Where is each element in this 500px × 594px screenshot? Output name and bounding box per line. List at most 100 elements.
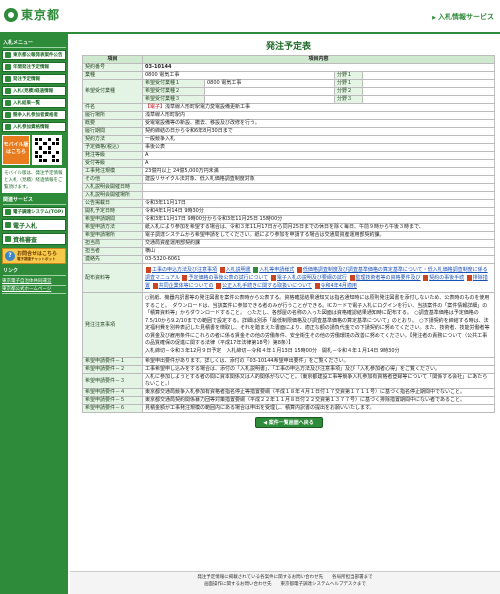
faq-sub: 電子調達チャットボット (17, 257, 56, 261)
footer-line-2: 画面操作に関するお問い合わせ先 東京都電子調達システムヘルプデスクまで (204, 582, 366, 587)
doc-link[interactable]: 共同企業体等についての (159, 283, 214, 289)
pdf-icon (349, 274, 355, 281)
doc-link[interactable]: 監理技術者等の資格要件及び (356, 275, 421, 281)
table-row: 担当者 横山 (82, 247, 495, 256)
sidebar-item-label: 入札参加資格情報 (13, 125, 49, 130)
row-label: 希望申請要件－５ (82, 396, 143, 405)
subject-text: 浅草線人形町駅電力変電設備更新工事 (165, 104, 251, 110)
table-row: 契約番号 03-10144 (82, 63, 495, 72)
row-value (142, 191, 495, 200)
service-name: 入札情報サービス (432, 12, 494, 22)
table-row: 担当局 交通局資産運用部契約課 (82, 239, 495, 248)
row-label: 希望申請要件－１ (82, 357, 143, 366)
sub-label: 希望受付業種２ (142, 87, 205, 96)
notice-dates: 入札締切－令和３年12月９日予定 入札締切－令和４年１月13日 15時00分 開… (145, 347, 400, 354)
question-icon: ? (5, 251, 15, 261)
field-value (362, 95, 495, 104)
sidebar-item-bid-results[interactable]: 入札結果一覧 (2, 98, 66, 108)
doc-link[interactable]: 公正入札手続きに関する取扱いについて (222, 283, 312, 289)
sidebar-item-qualification-info[interactable]: 入札参加資格情報 (2, 122, 66, 132)
sidebar-item-public-notice[interactable]: 東京都公報発表案件公告 (2, 50, 66, 60)
table-header-row: 項目 項目内容 (82, 55, 495, 64)
sidebar-item-label: 資格審査 (13, 236, 38, 244)
row-value: 東京都交通局契約関係暴力団等対策措置要綱（平成２２年１１月８日付２２交資第１３７… (142, 396, 495, 405)
row-value: 0800 電気工事 (142, 71, 335, 80)
arrow-icon (5, 222, 11, 228)
arrow-icon (5, 124, 11, 130)
pdf-icon (219, 266, 225, 273)
sidebar-item-e-procurement[interactable]: 電子調達システム(TOP) (2, 207, 66, 217)
sidebar-item-bid-progress[interactable]: 入札(見積)経過情報 (2, 86, 66, 96)
field-value (362, 71, 495, 80)
table-row: 公告掲載日 令和3年11月17日 (82, 199, 495, 208)
table-row: 業種 0800 電気工事 分野１ (82, 71, 495, 80)
table-row: 履行場所 浅草線人形町駅内 (82, 111, 495, 120)
pdf-icon (296, 266, 302, 273)
row-label: 入札説明会開催日時 (82, 183, 143, 192)
arrow-icon (5, 209, 11, 215)
row-label: 入札説明会開催場所 (82, 191, 143, 200)
table-row: 入札説明会開催日時 (82, 183, 495, 192)
electronic-tag: 【電子】 (145, 104, 166, 110)
row-value (142, 183, 495, 192)
doc-link[interactable]: 電子入札の説明及び要綱の試行 (277, 275, 347, 281)
doc-link[interactable]: 令和4年4月適用 (321, 283, 357, 289)
table-row: 履行期間 契約締結の日から令和6年8月30日まで (82, 127, 495, 136)
sidebar-item-annual-plan[interactable]: 年間発注予定情報 (2, 62, 66, 72)
row-value: 事後公表 (142, 143, 495, 152)
row-value: 東京都交通局競争入札参加有資格者指名停止等措置要綱（平成１８年４月１日付１７交資… (142, 388, 495, 397)
sub-label: 希望受付業種１ (142, 79, 205, 88)
doc-link[interactable]: 入札説明書 (226, 267, 251, 273)
pdf-icon (314, 282, 320, 289)
sidebar-item-order-plan[interactable]: 発注予定情報 (2, 74, 66, 84)
row-value: 03-5320-6061 (142, 255, 495, 264)
site-name: 東京都 (21, 8, 61, 22)
mobile-link[interactable]: モバイル版はこちら (2, 135, 30, 165)
detail-table: 項目 項目内容 契約番号 03-10144 業種 0800 電気工事 分野１ 希望受付… (82, 55, 495, 413)
row-label: 公告掲載日 (82, 199, 143, 208)
field-label: 分野２ (334, 87, 363, 96)
faq-button[interactable]: ? お問合せはこちら 電子調達チャットボット (2, 248, 66, 264)
arrow-icon (5, 52, 11, 58)
sub-value: 0800 電気工事 (204, 79, 335, 88)
tokyo-logo[interactable]: 東京都 (4, 6, 60, 23)
row-label: 予定価格(税込) (82, 143, 143, 152)
sidebar-item-e-bidding[interactable]: 電子入札 (2, 219, 66, 231)
row-value: 令和3年11月17日 (142, 199, 495, 208)
pdf-icon (152, 282, 158, 289)
row-value: 横山 (142, 247, 495, 256)
excel-icon (253, 266, 259, 273)
doc-link[interactable]: 契約の事後手続 (429, 275, 464, 281)
row-value: A (142, 151, 495, 160)
row-label: 工事発注規模 (82, 167, 143, 176)
notice-text: ○別紙、機器内訳書等の発注図書を案件公表時から公表する。資格確認結果通知又は指名… (145, 295, 490, 346)
row-label: 希望申請場所 (82, 231, 143, 240)
sidebar-item-label: 年間発注予定情報 (13, 65, 49, 70)
back-to-list-button[interactable]: 案件一覧画面へ戻る (254, 417, 323, 428)
sidebar-item-qualification-review[interactable]: 資格審査 (2, 233, 66, 245)
row-label: 配布資料等 (82, 263, 143, 293)
footer: 発注予定情報に掲載されている各案件に関するお問い合わせ先 各局所担当部署まで 画… (70, 571, 500, 594)
row-label: その他 (82, 175, 143, 184)
sidebar-item-qualified-bidders[interactable]: 競争入札参加者資格者 (2, 110, 66, 120)
sub-value (204, 95, 335, 104)
table-row: 件名 【電子】浅草線人形町駅電力変電設備更新工事 (82, 103, 495, 112)
table-row: 希望申請期間 令和3年11月17日 9時00分から令和3年11月25日 15時00… (82, 215, 495, 224)
pdf-icon (466, 274, 472, 281)
pdf-icon (182, 274, 188, 281)
row-label: 担当者 (82, 247, 143, 256)
row-value: 【電子】浅草線人形町駅電力変電設備更新工事 (142, 103, 495, 112)
doc-link[interactable]: 予定価格の事後公表の試行について (188, 275, 268, 281)
row-value: 令和3年11月17日 9時00分から令和3年11月25日 15時00分 (142, 215, 495, 224)
table-row: 希望受付業種 希望受付業種１ 0800 電気工事 分野１ (82, 79, 495, 104)
link-tokyo-e-gov[interactable]: 東京電子自治体共同運営 (2, 278, 66, 286)
link-tokyo-official[interactable]: 東京都公式ホームページ (2, 286, 66, 294)
table-row: 発注注意事項 ○別紙、機器内訳書等の発注図書を案件公表時から公表する。資格確認結… (82, 292, 495, 358)
doc-link[interactable]: 工事の申込方法及び注意事項 (152, 267, 217, 273)
sub-value (204, 87, 335, 96)
row-label: 連絡先 (82, 255, 143, 264)
faq-label: お問合せはこちら (17, 251, 58, 257)
table-row: 希望申請要件－２ 工事希望申し込みをする場合は、添付の「入札説明書」、「工事の申込… (82, 365, 495, 374)
table-row: 連絡先 03-5320-6061 (82, 255, 495, 264)
doc-link[interactable]: 入札等申請様式 (259, 267, 294, 273)
